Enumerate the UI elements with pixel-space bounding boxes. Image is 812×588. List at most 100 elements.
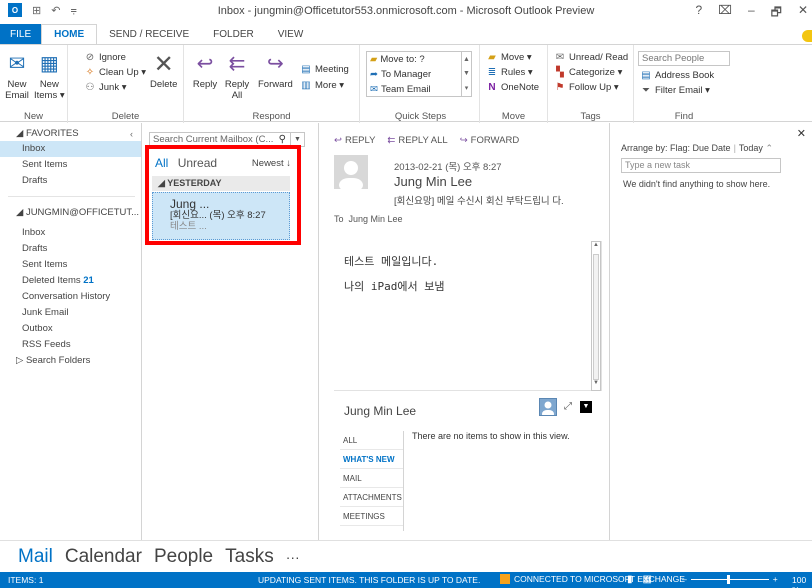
search-mailbox-input[interactable]: Search Current Mailbox (C... ⚲ ▼ bbox=[149, 132, 305, 147]
account-header[interactable]: ◢ JUNGMIN@OFFICETUT... bbox=[0, 197, 141, 221]
filter-email-button[interactable]: ⏷ Filter Email ▾ bbox=[640, 84, 710, 96]
new-items-button[interactable]: ▦ New Items ▾ bbox=[34, 51, 65, 102]
zoom-track[interactable] bbox=[690, 574, 769, 584]
zoom-out-icon[interactable]: – bbox=[682, 574, 687, 584]
nav-mail[interactable]: Mail bbox=[18, 546, 53, 568]
tab-view[interactable]: VIEW bbox=[266, 24, 316, 44]
inline-forward-button[interactable]: ↪ FORWARD bbox=[460, 135, 520, 146]
tab-home[interactable]: HOME bbox=[41, 24, 98, 44]
help-button[interactable]: ? bbox=[695, 3, 702, 24]
zoom-knob[interactable] bbox=[726, 574, 730, 584]
inline-reply-all-button[interactable]: ⇇ REPLY ALL bbox=[387, 135, 447, 146]
group-label-find: Find bbox=[674, 111, 694, 122]
onenote-button[interactable]: N OneNote bbox=[486, 81, 539, 93]
window-controls: ? ⌧ – 🗗 ✕ bbox=[695, 3, 808, 24]
pp-tab-all[interactable]: ALL bbox=[340, 431, 403, 450]
folder-drafts[interactable]: Drafts bbox=[0, 241, 141, 257]
message-from[interactable]: Jung Min Lee bbox=[394, 174, 472, 189]
filter-all[interactable]: All bbox=[155, 156, 168, 170]
message-list-item[interactable]: Jung ... [회신요... (목) 오후 8:27 테스트 ... bbox=[152, 192, 290, 240]
scroll-up-icon[interactable]: ▲ bbox=[592, 242, 600, 252]
recipient-name[interactable]: Jung Min Lee bbox=[349, 214, 403, 224]
folder-inbox[interactable]: Inbox bbox=[0, 225, 141, 241]
rules-button[interactable]: ≣ Rules ▾ bbox=[486, 66, 533, 78]
nav-tasks[interactable]: Tasks bbox=[225, 546, 274, 568]
collapse-folder-pane-icon[interactable]: ‹ bbox=[130, 129, 133, 139]
sender-avatar[interactable] bbox=[334, 155, 368, 189]
favorites-header[interactable]: ◢ FAVORITES bbox=[0, 123, 141, 141]
tab-file[interactable]: FILE bbox=[0, 24, 42, 44]
clean-up-button[interactable]: ✧ Clean Up ▾ bbox=[84, 66, 146, 78]
search-scope-dropdown-icon[interactable]: ▼ bbox=[290, 133, 304, 146]
folder-sent-items[interactable]: Sent Items bbox=[0, 257, 141, 273]
pp-tab-whats-new[interactable]: WHAT'S NEW bbox=[340, 450, 403, 469]
clean-up-icon: ✧ bbox=[85, 66, 95, 78]
folder-rss-feeds[interactable]: RSS Feeds bbox=[0, 337, 141, 353]
message-body[interactable]: 테스트 메일입니다. 나의 iPad에서 보냄 ▲ ▼ bbox=[334, 241, 602, 391]
reading-view-icon[interactable]: ▦ bbox=[643, 574, 652, 585]
quick-step-team-email[interactable]: ✉ Team Email bbox=[367, 82, 471, 97]
junk-button[interactable]: ⚇ Junk ▾ bbox=[84, 81, 127, 93]
meeting-button[interactable]: ▤ Meeting bbox=[300, 63, 349, 75]
ignore-button[interactable]: ⊘ Ignore bbox=[84, 51, 126, 63]
pp-tab-mail[interactable]: MAIL bbox=[340, 469, 403, 488]
nav-people[interactable]: People bbox=[154, 546, 213, 568]
group-header-yesterday[interactable]: ◢ YESTERDAY bbox=[152, 176, 290, 191]
unread-envelope-icon: ✉ bbox=[555, 51, 565, 63]
zoom-percent[interactable]: 100 % bbox=[792, 575, 812, 588]
pp-tab-meetings[interactable]: MEETINGS bbox=[340, 507, 403, 526]
zoom-slider[interactable]: – + bbox=[682, 574, 778, 584]
minimize-button[interactable]: – bbox=[748, 3, 755, 24]
favorite-drafts[interactable]: Drafts bbox=[0, 173, 141, 189]
unread-read-button[interactable]: ✉ Unread/ Read bbox=[554, 51, 628, 63]
quick-step-to-manager[interactable]: ➦ To Manager bbox=[367, 67, 471, 82]
ribbon-display-options-button[interactable]: ⌧ bbox=[718, 3, 732, 24]
favorite-sent-items[interactable]: Sent Items bbox=[0, 157, 141, 173]
favorite-inbox[interactable]: Inbox bbox=[0, 141, 141, 157]
reply-all-button[interactable]: ⇇ Reply All bbox=[224, 51, 250, 102]
nav-calendar[interactable]: Calendar bbox=[65, 546, 142, 568]
folder-deleted-items[interactable]: Deleted Items 21 bbox=[0, 273, 141, 289]
tab-folder[interactable]: FOLDER bbox=[201, 24, 266, 44]
reply-button[interactable]: ↩ Reply bbox=[192, 51, 218, 91]
feedback-smiley-icon[interactable] bbox=[802, 30, 812, 42]
categorize-button[interactable]: ▚ Categorize ▾ bbox=[554, 66, 622, 78]
folder-junk-email[interactable]: Junk Email bbox=[0, 305, 141, 321]
sort-order[interactable]: Newest ↓ bbox=[252, 158, 291, 169]
new-email-button[interactable]: ✉ New Email bbox=[4, 51, 30, 102]
arrange-by[interactable]: Arrange by: Flag: Due Date | Today ⌃ bbox=[621, 143, 773, 154]
folder-outbox[interactable]: Outbox bbox=[0, 321, 141, 337]
scroll-down-icon[interactable]: ▼ bbox=[592, 380, 600, 390]
tab-send-receive[interactable]: SEND / RECEIVE bbox=[97, 24, 201, 44]
nav-more-icon[interactable]: ··· bbox=[286, 549, 300, 565]
forward-button[interactable]: ↪ Forward bbox=[258, 51, 293, 91]
people-pane-avatar[interactable] bbox=[539, 398, 557, 418]
normal-view-icon[interactable]: ▮ bbox=[627, 574, 633, 585]
inline-reply-button[interactable]: ↩ REPLY bbox=[334, 135, 375, 146]
close-button[interactable]: ✕ bbox=[798, 3, 808, 24]
more-respond-button[interactable]: ▥ More ▾ bbox=[300, 79, 344, 91]
status-connection[interactable]: CONNECTED TO MICROSOFT EXCHANGE bbox=[500, 574, 685, 584]
new-task-input[interactable]: Type a new task bbox=[621, 158, 781, 173]
quick-steps-scroll[interactable]: ▲ ▼ ▾ bbox=[461, 52, 471, 96]
body-scrollbar[interactable]: ▲ ▼ bbox=[591, 241, 601, 391]
quick-step-move-to[interactable]: ▰ Move to: ? bbox=[367, 52, 471, 67]
search-icon[interactable]: ⚲ bbox=[279, 133, 286, 146]
delete-button[interactable]: ✕ Delete bbox=[150, 51, 177, 90]
filter-unread[interactable]: Unread bbox=[178, 156, 217, 170]
zoom-in-icon[interactable]: + bbox=[773, 574, 778, 584]
follow-up-button[interactable]: ⚑ Follow Up ▾ bbox=[554, 81, 619, 93]
pp-tab-attachments[interactable]: ATTACHMENTS bbox=[340, 488, 403, 507]
address-book-button[interactable]: ▤ Address Book bbox=[640, 69, 714, 81]
restore-button[interactable]: 🗗 bbox=[771, 3, 782, 24]
folder-search-folders[interactable]: ▷ Search Folders bbox=[0, 353, 141, 369]
reply-icon: ↩ bbox=[196, 52, 214, 75]
folder-conversation-history[interactable]: Conversation History bbox=[0, 289, 141, 305]
expand-people-pane-icon[interactable]: ⤢ bbox=[564, 401, 572, 412]
close-todo-icon[interactable]: ✕ bbox=[797, 127, 806, 140]
move-button[interactable]: ▰ Move ▾ bbox=[486, 51, 532, 63]
people-pane-dropdown-icon[interactable]: ▼ bbox=[580, 401, 592, 413]
search-people-input[interactable]: Search People bbox=[638, 51, 730, 66]
status-bar: ITEMS: 1 UPDATING SENT ITEMS. THIS FOLDE… bbox=[0, 572, 812, 588]
scroll-thumb[interactable] bbox=[593, 254, 599, 380]
